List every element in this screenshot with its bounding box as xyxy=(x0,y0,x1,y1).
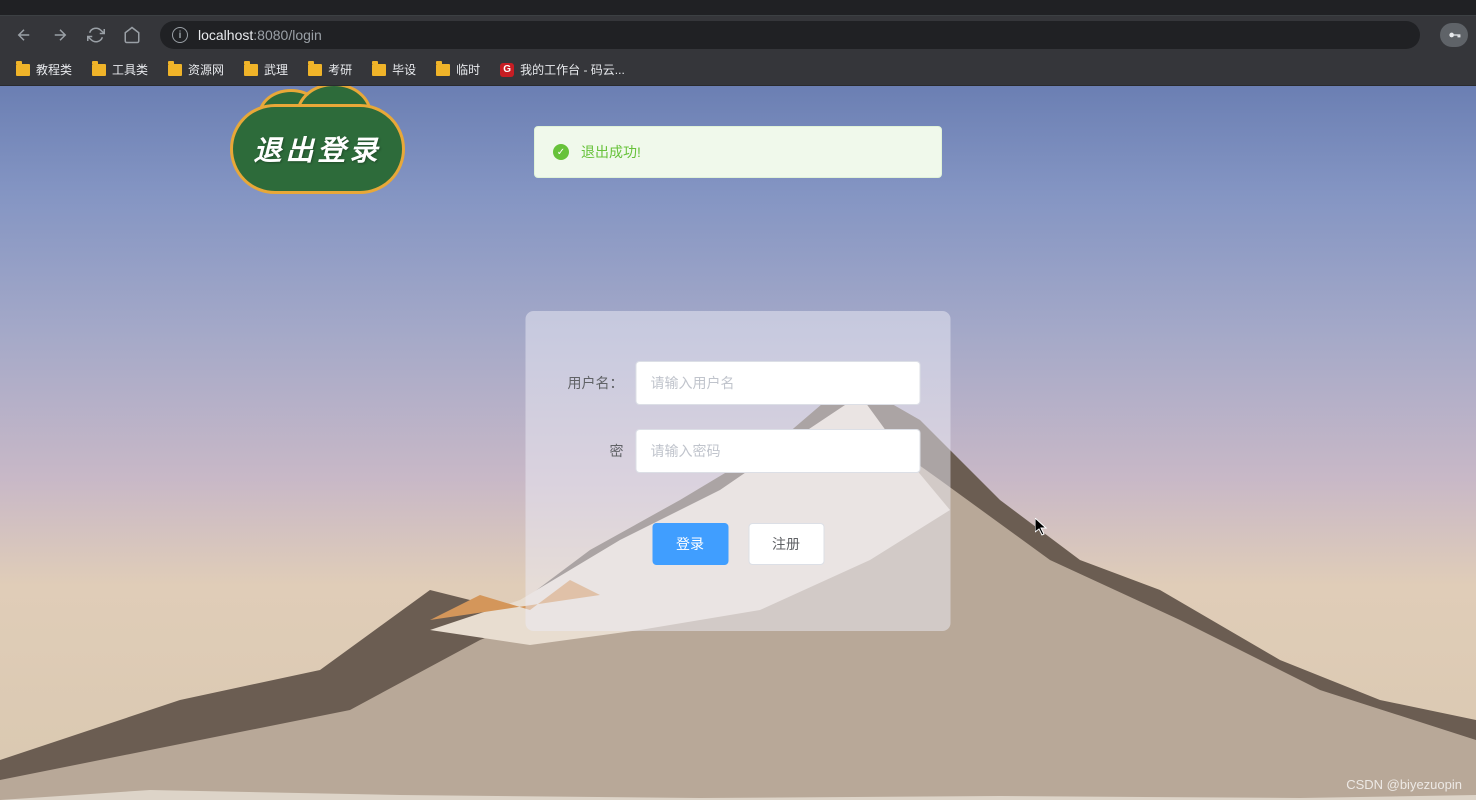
success-toast: ✓ 退出成功! xyxy=(534,126,942,178)
address-bar[interactable]: i localhost:8080/login xyxy=(160,21,1420,49)
bookmark-label: 教程类 xyxy=(36,61,72,78)
username-input[interactable] xyxy=(636,361,921,405)
folder-icon xyxy=(92,64,106,76)
bookmarks-bar: 教程类 工具类 资源网 武理 考研 毕设 临时 G 我的工作台 - 码云... xyxy=(0,54,1476,86)
forward-button[interactable] xyxy=(44,19,76,51)
logout-badge: 退出登录 xyxy=(230,104,405,194)
folder-icon xyxy=(244,64,258,76)
bookmark-item[interactable]: 考研 xyxy=(300,57,360,82)
password-input[interactable] xyxy=(636,429,921,473)
bookmark-item[interactable]: 毕设 xyxy=(364,57,424,82)
bookmark-item[interactable]: 教程类 xyxy=(8,57,80,82)
folder-icon xyxy=(308,64,322,76)
bookmark-label: 临时 xyxy=(456,61,480,78)
watermark-text: CSDN @biyezuopin xyxy=(1346,777,1462,792)
login-button[interactable]: 登录 xyxy=(652,523,728,565)
password-key-icon[interactable] xyxy=(1440,23,1468,47)
cursor-icon xyxy=(1035,518,1049,541)
bookmark-item[interactable]: 武理 xyxy=(236,57,296,82)
bookmark-item[interactable]: 资源网 xyxy=(160,57,232,82)
folder-icon xyxy=(436,64,450,76)
button-row: 登录 注册 xyxy=(556,523,921,565)
login-card: 用户名： 密 登录 注册 xyxy=(526,311,951,631)
url-text: localhost:8080/login xyxy=(198,27,322,43)
bookmark-label: 资源网 xyxy=(188,61,224,78)
bookmark-label: 我的工作台 - 码云... xyxy=(520,61,625,78)
reload-button[interactable] xyxy=(80,19,112,51)
gitee-icon: G xyxy=(500,63,514,77)
bookmark-label: 毕设 xyxy=(392,61,416,78)
site-info-icon[interactable]: i xyxy=(172,27,188,43)
bookmark-item[interactable]: 临时 xyxy=(428,57,488,82)
bookmark-label: 考研 xyxy=(328,61,352,78)
home-button[interactable] xyxy=(116,19,148,51)
username-row: 用户名： xyxy=(556,361,921,405)
folder-icon xyxy=(16,64,30,76)
bookmark-item[interactable]: G 我的工作台 - 码云... xyxy=(492,57,633,82)
page-content: 退出登录 ✓ 退出成功! 用户名： 密 登录 注册 CSDN @biyezuop… xyxy=(0,86,1476,800)
password-label: 密 xyxy=(556,441,636,461)
back-button[interactable] xyxy=(8,19,40,51)
browser-nav-bar: i localhost:8080/login xyxy=(0,16,1476,54)
check-icon: ✓ xyxy=(553,144,569,160)
register-button[interactable]: 注册 xyxy=(748,523,824,565)
browser-tab-strip xyxy=(0,0,1476,16)
folder-icon xyxy=(168,64,182,76)
password-row: 密 xyxy=(556,429,921,473)
logout-badge-text: 退出登录 xyxy=(230,104,405,194)
bookmark-label: 武理 xyxy=(264,61,288,78)
bookmark-item[interactable]: 工具类 xyxy=(84,57,156,82)
toast-message: 退出成功! xyxy=(581,142,641,162)
username-label: 用户名： xyxy=(556,373,636,393)
bookmark-label: 工具类 xyxy=(112,61,148,78)
folder-icon xyxy=(372,64,386,76)
